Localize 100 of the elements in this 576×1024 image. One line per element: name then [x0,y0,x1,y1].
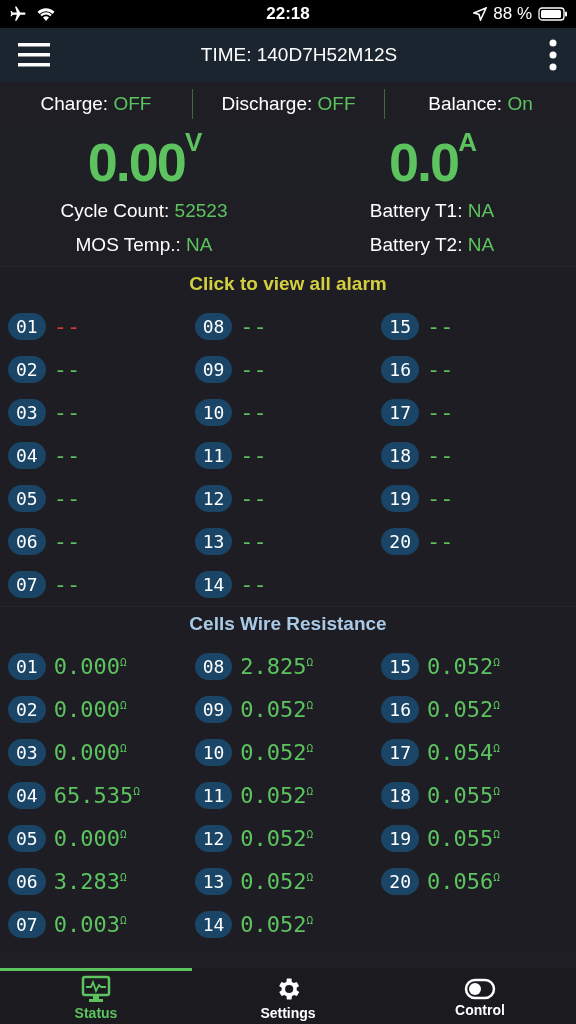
info-reading: Cycle Count: 52523 [59,200,229,222]
resistance-value: 0.000$^{Ω}$ [53,740,127,765]
clock-time: 22:18 [266,4,310,24]
alarm-value: -- [240,529,267,554]
index-pill: 12 [194,485,233,512]
info-reading: Battery T2: NA [368,234,496,256]
resistance-value: 0.055$^{Ω}$ [427,783,500,808]
big-reading: 0.0$^{A}$ [388,131,477,193]
resistance-value: 2.825$^{Ω}$ [240,654,314,679]
resistance-value: 0.052$^{Ω}$ [240,869,314,894]
index-pill: 16 [381,696,419,723]
alarm-value: -- [427,357,454,382]
tab[interactable]: Control [384,968,576,1024]
index-pill: 16 [381,356,419,383]
resistance-value: 0.000$^{Ω}$ [53,826,127,851]
index-pill: 14 [194,571,233,598]
tab[interactable]: Status [0,968,192,1024]
alarm-value: -- [240,486,267,511]
alarm-value: -- [240,572,267,597]
resistance-value: 0.052$^{Ω}$ [427,697,500,722]
airplane-icon [8,5,28,23]
alarm-value: -- [240,357,267,382]
alarm-value: -- [427,486,454,511]
resistance-value: 0.000$^{Ω}$ [53,654,127,679]
switch-status: Charge: OFF [40,93,152,115]
switch-status: Balance: On [428,93,533,115]
resistance-value: 3.283$^{Ω}$ [53,869,127,894]
info-reading: MOS Temp.: NA [74,234,214,256]
wifi-icon [36,6,56,22]
toggle-icon [464,977,496,1000]
index-pill: 03 [8,399,46,426]
resistance-value: 0.052$^{Ω}$ [240,826,314,851]
alarm-value: -- [427,400,454,425]
alarm-value: -- [427,314,454,339]
alarm-value: -- [240,400,267,425]
resistance-value: 0.052$^{Ω}$ [427,654,500,679]
alarm-value: -- [427,529,454,554]
resistance-value: 0.000$^{Ω}$ [53,697,127,722]
resistance-value: 0.052$^{Ω}$ [240,783,314,808]
index-pill: 11 [194,442,233,469]
index-pill: 07 [8,571,46,598]
resistance-value: 0.055$^{Ω}$ [427,826,500,851]
alarm-value: -- [240,314,267,339]
index-pill: 10 [194,399,233,426]
index-pill: 11 [194,782,233,809]
index-pill: 10 [194,739,233,766]
alarm-value: -- [53,486,81,511]
index-pill: 08 [194,313,233,340]
section-title: Cells Wire Resistance [188,613,388,636]
resistance-value: 0.056$^{Ω}$ [427,869,500,894]
index-pill: 01 [8,653,46,680]
menu-button[interactable] [18,42,50,68]
alarm-link[interactable]: Click to view all alarm [8,273,568,305]
index-pill: 17 [381,739,419,766]
index-pill: 05 [8,825,46,852]
alarm-value: -- [53,443,81,468]
index-pill: 13 [194,868,233,895]
index-pill: 20 [381,528,419,555]
resistance-value: 0.052$^{Ω}$ [240,697,314,722]
battery-icon [538,7,568,21]
index-pill: 14 [194,911,233,938]
index-pill: 09 [194,356,233,383]
index-pill: 02 [8,696,46,723]
index-pill: 03 [8,739,46,766]
alarm-value: -- [53,572,81,597]
index-pill: 13 [194,528,233,555]
index-pill: 02 [8,356,46,383]
index-pill: 05 [8,485,46,512]
resistance-value: 0.054$^{Ω}$ [427,740,500,765]
more-button[interactable] [548,39,558,71]
alarm-value: -- [240,443,267,468]
battery-percent: 88 % [493,4,532,24]
resistance-value: 0.052$^{Ω}$ [240,912,314,937]
switch-status: Discharge: OFF [221,93,356,115]
index-pill: 17 [381,399,419,426]
index-pill: 09 [194,696,233,723]
index-pill: 07 [8,911,46,938]
header-title: TIME: 140D7H52M12S [199,44,399,66]
monitor-icon [81,974,111,1003]
index-pill: 06 [8,528,46,555]
index-pill: 01 [8,313,46,340]
index-pill: 08 [194,653,233,680]
index-pill: 18 [381,782,419,809]
tab[interactable]: Settings [192,968,384,1024]
index-pill: 15 [381,653,419,680]
resistance-value: 0.003$^{Ω}$ [53,912,127,937]
index-pill: 04 [8,442,46,469]
alarm-value: -- [53,357,81,382]
location-arrow-icon [473,7,488,21]
info-reading: Battery T1: NA [368,200,496,222]
index-pill: 19 [381,825,419,852]
index-pill: 20 [381,868,419,895]
big-reading: 0.00$^{V}$ [86,131,202,193]
alarm-value: -- [53,400,81,425]
alarm-value: -- [53,529,81,554]
resistance-value: 65.535$^{Ω}$ [53,783,140,808]
index-pill: 19 [381,485,419,512]
index-pill: 15 [381,313,419,340]
alarm-value: -- [427,443,454,468]
alarm-value: -- [53,314,81,339]
